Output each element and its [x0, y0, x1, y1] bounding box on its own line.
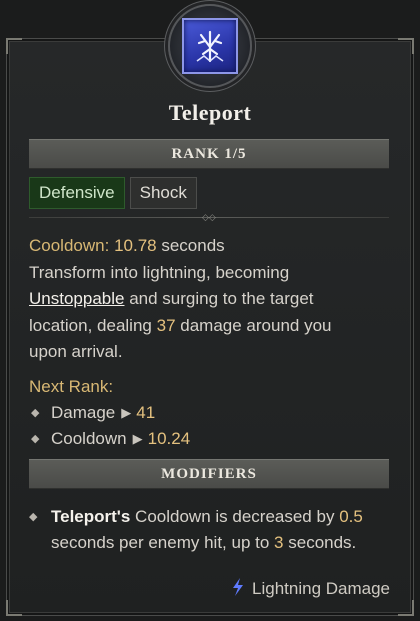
next-rank-value: 41 — [136, 403, 156, 422]
modifier-value: 0.5 — [339, 507, 363, 526]
cooldown-unit: seconds — [161, 236, 225, 255]
diamond-bullet-icon: ◆ — [31, 407, 40, 419]
modifier-value: 3 — [274, 533, 284, 552]
next-rank-item: ◆ Damage ▶ 41 — [29, 400, 374, 426]
tag-defensive: Defensive — [29, 177, 125, 209]
next-rank-item: ◆ Cooldown ▶ 10.24 — [29, 426, 374, 452]
damage-type-label: Lightning Damage — [252, 578, 390, 598]
teleport-lightning-icon — [182, 18, 238, 74]
modifier-text: Teleport's Cooldown is decreased by 0.5 … — [51, 504, 389, 556]
modifier-item: ◆ Teleport's Cooldown is decreased by 0.… — [29, 504, 389, 556]
damage-type: Lightning Damage — [232, 578, 390, 599]
frame-corner — [6, 600, 22, 616]
skill-title: Teleport — [168, 100, 252, 125]
modifier-text-part: seconds. — [288, 533, 357, 552]
description-text: Transform into lightning, becoming — [29, 262, 290, 282]
next-rank-value: 10.24 — [147, 429, 191, 448]
next-rank-stat: Damage — [51, 403, 116, 422]
frame-corner — [398, 600, 414, 616]
arrow-right-icon: ▶ — [132, 431, 143, 446]
next-rank-label: Next Rank: — [29, 377, 114, 396]
cooldown-value: 10.78 — [114, 236, 157, 255]
next-rank-stat: Cooldown — [51, 429, 127, 448]
rank-banner: RANK 1/5 — [29, 139, 389, 169]
skill-tags: Defensive Shock — [29, 177, 197, 209]
modifiers-banner: MODIFIERS — [29, 459, 389, 489]
frame-corner — [398, 38, 414, 54]
lightning-bolt-icon — [232, 578, 244, 599]
diamond-bullet-icon: ◆ — [31, 433, 40, 445]
arrow-right-icon: ▶ — [121, 405, 132, 420]
skill-description: Cooldown: 10.78 seconds Transform into l… — [29, 233, 374, 366]
cooldown-label: Cooldown: — [29, 236, 110, 255]
tag-shock: Shock — [129, 177, 197, 209]
divider-ornament: ◇◇ — [202, 212, 216, 222]
diamond-bullet-icon: ◆ — [29, 511, 38, 523]
frame-corner — [6, 38, 22, 54]
teleport-skill-icon — [168, 4, 252, 88]
damage-value: 37 — [156, 315, 176, 335]
modifier-subject: Teleport's — [51, 507, 131, 526]
next-rank-section: Next Rank: ◆ Damage ▶ 41 ◆ Cooldown ▶ 10… — [29, 374, 374, 452]
modifier-text-part: Cooldown is decreased by — [135, 507, 335, 526]
unstoppable-keyword-link[interactable]: Unstoppable — [29, 289, 124, 308]
modifier-text-part: seconds per enemy hit, up to — [51, 533, 270, 552]
